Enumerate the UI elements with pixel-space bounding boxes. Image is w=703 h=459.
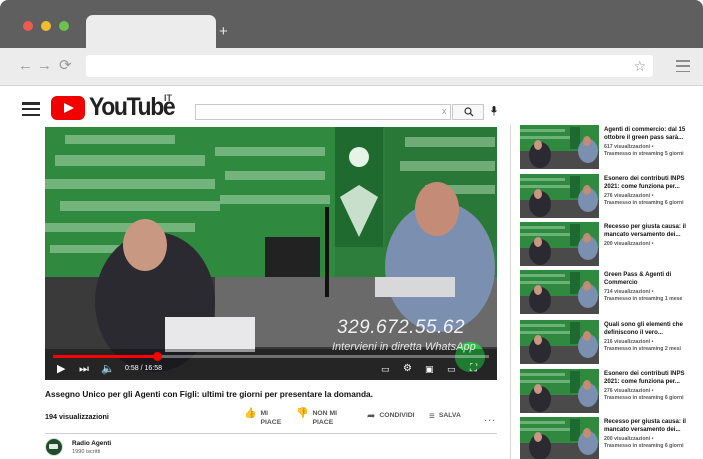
thumbs-down-icon: 👎 — [296, 408, 309, 419]
recommendation-views: 200 visualizzazioni • — [604, 436, 654, 442]
subtitles-icon[interactable]: ▭ — [381, 363, 390, 375]
progress-fill — [53, 355, 158, 358]
recommendation-title[interactable]: Agenti di commercio: dal 15 ottobre il g… — [604, 126, 699, 142]
miniplayer-icon[interactable]: ▣ — [425, 363, 434, 375]
next-icon[interactable]: ⏭ — [79, 363, 89, 375]
recommendation-thumbnail[interactable] — [520, 369, 599, 413]
maximize-window-button[interactable] — [59, 21, 69, 31]
browser-tab[interactable] — [86, 15, 216, 48]
share-button[interactable]: ➦ CONDIVIDI — [367, 412, 415, 422]
play-icon[interactable]: ▶ — [57, 363, 65, 375]
recommendation-item[interactable]: Quali sono gli elementi che definiscono … — [520, 320, 703, 364]
recommendation-stream-age: Trasmesso in streaming 5 giorni — [604, 151, 684, 157]
add-to-playlist-icon: ≡ — [429, 411, 435, 422]
reload-button[interactable]: ⟳ — [59, 58, 72, 73]
video-player[interactable]: 329.672.55.62 Intervieni in diretta What… — [45, 127, 497, 380]
recommendation-item[interactable]: Recesso per giusta causa: il mancato ver… — [520, 417, 703, 459]
thumbnail-image — [520, 174, 599, 218]
subscriber-count: 1990 iscritti — [72, 449, 101, 455]
forward-button[interactable]: → — [37, 58, 52, 73]
save-button[interactable]: ≡ SALVA — [429, 412, 461, 422]
dislike-label-line1: NON MI — [312, 410, 337, 417]
recommendation-stream-age: Trasmesso in streaming 6 giorni — [604, 200, 684, 206]
country-code: IT — [164, 93, 172, 103]
time-display: 0:58 / 16:58 — [125, 365, 162, 372]
youtube-play-logo-icon[interactable] — [51, 96, 85, 120]
recommendation-thumbnail[interactable] — [520, 125, 599, 169]
recommendation-views: 714 visualizzazioni • — [604, 289, 654, 295]
recommendation-item[interactable]: Esonero dei contributi INPS 2021: come f… — [520, 174, 703, 218]
share-arrow-icon: ➦ — [367, 411, 376, 422]
back-button[interactable]: ← — [18, 58, 33, 73]
thumbnail-image — [520, 222, 599, 266]
recommendation-views: 276 visualizzazioni • — [604, 193, 654, 199]
recommendation-title[interactable]: Green Pass & Agenti di Commercio — [604, 271, 699, 287]
like-label-line1: MI — [260, 410, 269, 417]
recommendation-item[interactable]: Recesso per giusta causa: il mancato ver… — [520, 222, 703, 266]
search-icon — [464, 107, 474, 117]
new-tab-button[interactable]: + — [219, 24, 228, 39]
recommendation-thumbnail[interactable] — [520, 417, 599, 459]
view-count: 194 visualizzazioni — [45, 412, 109, 421]
overlay-caption: Intervieni in diretta WhatsApp — [332, 341, 476, 353]
channel-name[interactable]: Radio Agenti — [72, 440, 111, 447]
recommendation-thumbnail[interactable] — [520, 222, 599, 266]
recommendation-stream-age: Trasmesso in streaming 1 mese — [604, 296, 683, 302]
recommendation-thumbnail[interactable] — [520, 174, 599, 218]
browser-titlebar: + — [0, 0, 703, 48]
progress-bar[interactable] — [53, 352, 489, 361]
channel-avatar[interactable] — [45, 438, 63, 456]
thumbs-up-icon: 👍 — [244, 408, 257, 419]
thumbnail-image — [520, 125, 599, 169]
recommendation-item[interactable]: Esonero dei contributi INPS 2021: come f… — [520, 369, 703, 413]
recommendation-title[interactable]: Esonero dei contributi INPS 2021: come f… — [604, 370, 699, 386]
dislike-label-line2: PIACE — [312, 419, 334, 426]
recommendation-views: 276 visualizzazioni • — [604, 388, 654, 394]
video-title: Assegno Unico per gli Agenti con Figli: … — [45, 389, 373, 399]
recommendation-item[interactable]: Green Pass & Agenti di Commercio 714 visu… — [520, 270, 703, 314]
recommendation-title[interactable]: Esonero dei contributi INPS 2021: come f… — [604, 175, 699, 191]
recommendation-stream-age: Trasmesso in streaming 2 mesi — [604, 346, 681, 352]
recommendation-views: 216 visualizzazioni • — [604, 339, 654, 345]
overlay-phone-number: 329.672.55.62 — [337, 317, 466, 338]
more-actions-icon[interactable]: ... — [484, 412, 496, 424]
recommendation-thumbnail[interactable] — [520, 270, 599, 314]
recommendation-title[interactable]: Recesso per giusta causa: il mancato ver… — [604, 418, 699, 434]
recommendation-title[interactable]: Quali sono gli elementi che definiscono … — [604, 321, 699, 337]
column-divider — [510, 125, 511, 459]
microphone-icon[interactable] — [491, 106, 497, 116]
save-label: SALVA — [438, 412, 461, 419]
recommendation-stream-age: Trasmesso in streaming 6 giorni — [604, 395, 684, 401]
theater-mode-icon[interactable]: ▭ — [447, 363, 456, 375]
recommendation-stream-age: Trasmesso in streaming 6 giorni — [604, 443, 684, 449]
recommendation-title[interactable]: Recesso per giusta causa: il mancato ver… — [604, 223, 699, 239]
thumbnail-image — [520, 369, 599, 413]
search-button[interactable] — [452, 104, 484, 120]
divider — [45, 433, 497, 434]
browser-menu-icon[interactable] — [676, 60, 690, 73]
like-button[interactable]: 👍 MI PIACE — [244, 409, 281, 427]
recommendation-thumbnail[interactable] — [520, 320, 599, 364]
volume-icon[interactable]: 🔈 — [101, 363, 115, 375]
fullscreen-icon[interactable]: ⛶ — [470, 363, 477, 375]
bookmark-star-icon[interactable]: ☆ — [633, 57, 646, 75]
settings-gear-icon[interactable]: ⚙ — [403, 363, 412, 375]
youtube-logo-text[interactable]: YouTube — [89, 93, 176, 122]
thumbnail-image — [520, 417, 599, 459]
minimize-window-button[interactable] — [41, 21, 51, 31]
recommendation-views: 617 visualizzazioni • — [604, 144, 654, 150]
search-input[interactable] — [195, 104, 451, 120]
search-clear-icon[interactable]: x — [442, 106, 447, 116]
guide-menu-icon[interactable] — [22, 102, 40, 117]
dislike-button[interactable]: 👎 NON MI PIACE — [296, 409, 337, 427]
recommendation-views: 200 visualizzazioni • — [604, 241, 654, 247]
share-label: CONDIVIDI — [379, 412, 415, 419]
thumbnail-image — [520, 320, 599, 364]
thumbnail-image — [520, 270, 599, 314]
recommendation-item[interactable]: Agenti di commercio: dal 15 ottobre il g… — [520, 125, 703, 169]
like-label-line2: PIACE — [260, 419, 282, 426]
close-window-button[interactable] — [23, 21, 33, 31]
address-bar[interactable]: ☆ — [86, 55, 653, 77]
browser-toolbar: ← → ⟳ ☆ — [0, 48, 703, 86]
